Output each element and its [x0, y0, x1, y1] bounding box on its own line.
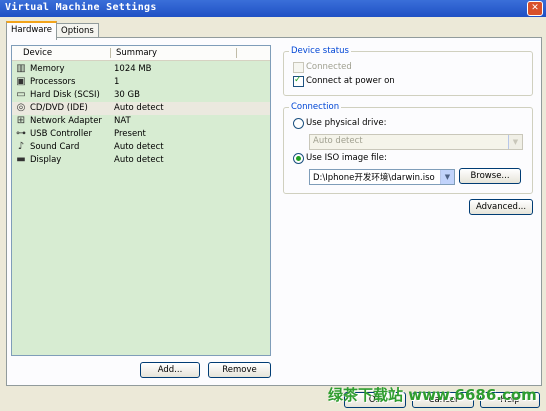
device-name: CD/DVD (IDE) — [30, 103, 88, 113]
tab-hardware[interactable]: Hardware — [6, 21, 58, 40]
device-name: USB Controller — [30, 129, 92, 139]
use-physical-drive-radio[interactable] — [293, 118, 304, 129]
device-row[interactable]: ▣ Processors 1 — [12, 76, 270, 89]
device-summary: 1 — [114, 77, 120, 87]
connected-checkbox[interactable] — [293, 62, 304, 73]
window-title: Virtual Machine Settings — [5, 2, 157, 13]
iso-path-value: D:\Iphone开发环境\darwin.iso — [313, 173, 435, 183]
connected-label: Connected — [306, 62, 352, 72]
chevron-down-icon: ▼ — [508, 135, 522, 149]
device-summary: Auto detect — [114, 142, 164, 152]
connect-at-power-on-label: Connect at power on — [306, 76, 395, 86]
title-bar: Virtual Machine Settings ✕ — [0, 0, 546, 17]
device-status-group: Device status Connected ✓ Connect at pow… — [283, 46, 533, 96]
use-physical-drive-label: Use physical drive: — [306, 118, 387, 128]
device-name: Network Adapter — [30, 116, 102, 126]
device-name: Memory — [30, 64, 65, 74]
advanced-button[interactable]: Advanced... — [469, 199, 533, 215]
watermark: 绿茶下载站 www.6686.com — [328, 386, 537, 404]
device-row[interactable]: ◎ CD/DVD (IDE) Auto detect — [12, 102, 270, 115]
device-row[interactable]: ♪ Sound Card Auto detect — [12, 141, 270, 154]
device-column-header[interactable]: Device — [23, 48, 52, 58]
device-row[interactable]: ▭ Hard Disk (SCSI) 30 GB — [12, 89, 270, 102]
device-name: Hard Disk (SCSI) — [30, 90, 100, 100]
device-status-title: Device status — [289, 46, 351, 56]
connect-at-power-on-checkbox[interactable]: ✓ — [293, 75, 304, 87]
processor-icon: ▣ — [16, 76, 26, 87]
close-icon: ✕ — [531, 3, 539, 13]
iso-path-combobox[interactable]: D:\Iphone开发环境\darwin.iso ▼ — [309, 169, 455, 185]
add-button[interactable]: Add... — [140, 362, 200, 378]
browse-button[interactable]: Browse... — [459, 168, 521, 184]
device-row[interactable]: ⊞ Network Adapter NAT — [12, 115, 270, 128]
network-adapter-icon: ⊞ — [16, 115, 26, 126]
device-list[interactable]: Device Summary ▥ Memory 1024 MB ▣ Processors… — [11, 45, 271, 356]
device-summary: 30 GB — [114, 90, 140, 100]
physical-drive-dropdown[interactable]: Auto detect ▼ — [309, 134, 523, 150]
summary-column-header[interactable]: Summary — [116, 48, 157, 58]
device-row[interactable]: ▬ Display Auto detect — [12, 154, 270, 167]
device-list-header: Device Summary — [12, 46, 270, 61]
sound-card-icon: ♪ — [17, 141, 25, 152]
device-summary: 1024 MB — [114, 64, 152, 74]
device-summary: Auto detect — [114, 155, 164, 165]
close-button[interactable]: ✕ — [527, 1, 543, 16]
cd-dvd-icon: ◎ — [16, 102, 26, 113]
chevron-down-icon: ▼ — [440, 170, 454, 184]
device-summary: Present — [114, 129, 146, 139]
connection-title: Connection — [289, 102, 342, 112]
remove-button[interactable]: Remove — [208, 362, 271, 378]
connection-group: Connection Use physical drive: Auto dete… — [283, 102, 533, 194]
device-summary: NAT — [114, 116, 131, 126]
tab-options[interactable]: Options — [56, 23, 99, 38]
device-row[interactable]: ▥ Memory 1024 MB — [12, 63, 270, 76]
physical-drive-value: Auto detect — [313, 136, 363, 146]
device-row[interactable]: ⊶ USB Controller Present — [12, 128, 270, 141]
hard-disk-icon: ▭ — [16, 89, 26, 100]
device-name: Display — [30, 155, 62, 165]
memory-icon: ▥ — [16, 63, 26, 74]
display-icon: ▬ — [16, 154, 26, 165]
checkmark-icon: ✓ — [294, 75, 302, 85]
device-name: Processors — [30, 77, 76, 87]
usb-icon: ⊶ — [16, 128, 26, 139]
use-iso-label: Use ISO image file: — [306, 153, 387, 163]
use-iso-radio[interactable] — [293, 153, 304, 164]
device-summary: Auto detect — [114, 103, 164, 113]
device-name: Sound Card — [30, 142, 80, 152]
